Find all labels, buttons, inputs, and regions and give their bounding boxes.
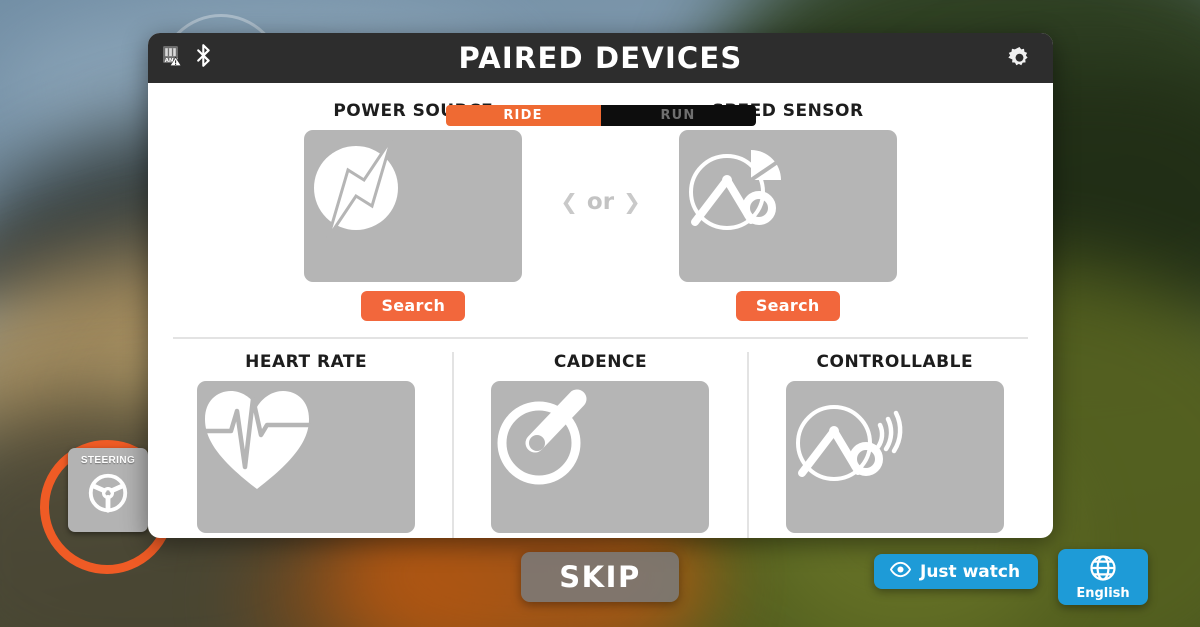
language-label: English [1076,585,1130,601]
heart-rate-preview[interactable] [197,381,416,533]
search-button-speed-sensor[interactable]: Search [735,291,840,321]
gear-icon[interactable] [1006,45,1033,72]
device-tile-cadence: CADENCE Search [491,352,710,538]
search-button-power-source[interactable]: Search [361,291,466,321]
paired-devices-dialog: ANT PAIRED DEVICES RIDE RUN POWER SOURCE… [148,33,1053,538]
secondary-device-row: HEART RATE Search CADENCE [148,339,1053,538]
eye-icon [889,561,912,583]
steering-wheel-icon [85,470,131,521]
device-tile-power-source: POWER SOURCE Search [304,101,523,321]
speed-sensor-icon [679,130,809,250]
device-cell-controllable: CONTROLLABLE [749,352,1041,538]
heart-rate-icon [197,381,317,501]
tile-title: CONTROLLABLE [816,352,974,372]
mode-tab-group: RIDE RUN [445,105,756,126]
steering-label: STEERING [80,455,136,466]
skip-button[interactable]: SKIP [521,552,679,602]
page-title: PAIRED DEVICES [458,41,743,75]
dialog-header: ANT PAIRED DEVICES [148,33,1053,83]
device-cell-heart-rate: HEART RATE Search [160,352,455,538]
steering-widget[interactable]: STEERING [68,448,148,532]
dialog-body: POWER SOURCE Search ❮ or ❯ SPEED SENSOR … [148,83,1053,538]
just-watch-button[interactable]: Just watch [874,554,1039,589]
cadence-icon [491,381,611,501]
language-button[interactable]: English [1058,549,1148,605]
controllable-preview[interactable] [785,381,1004,533]
primary-device-row: POWER SOURCE Search ❮ or ❯ SPEED SENSOR … [148,101,1053,321]
or-label: or [586,189,615,215]
chevron-left-icon[interactable]: ❮ [560,191,578,213]
tab-run[interactable]: RUN [600,105,756,126]
tile-title: CADENCE [553,352,648,372]
speed-sensor-preview[interactable] [678,130,897,282]
device-tile-heart-rate: HEART RATE Search [197,352,416,538]
power-bolt-icon [304,130,424,250]
controllable-trainer-icon [786,381,926,501]
tab-ride[interactable]: RIDE [445,105,601,126]
just-watch-label: Just watch [920,561,1021,582]
globe-icon [1089,554,1117,585]
power-source-preview[interactable] [304,130,523,282]
chevron-right-icon[interactable]: ❯ [623,191,641,213]
device-tile-speed-sensor: SPEED SENSOR Search [678,101,897,321]
device-cell-cadence: CADENCE Search [454,352,749,538]
tile-title: HEART RATE [245,352,368,372]
cadence-preview[interactable] [491,381,710,533]
device-tile-controllable: CONTROLLABLE [785,352,1004,538]
